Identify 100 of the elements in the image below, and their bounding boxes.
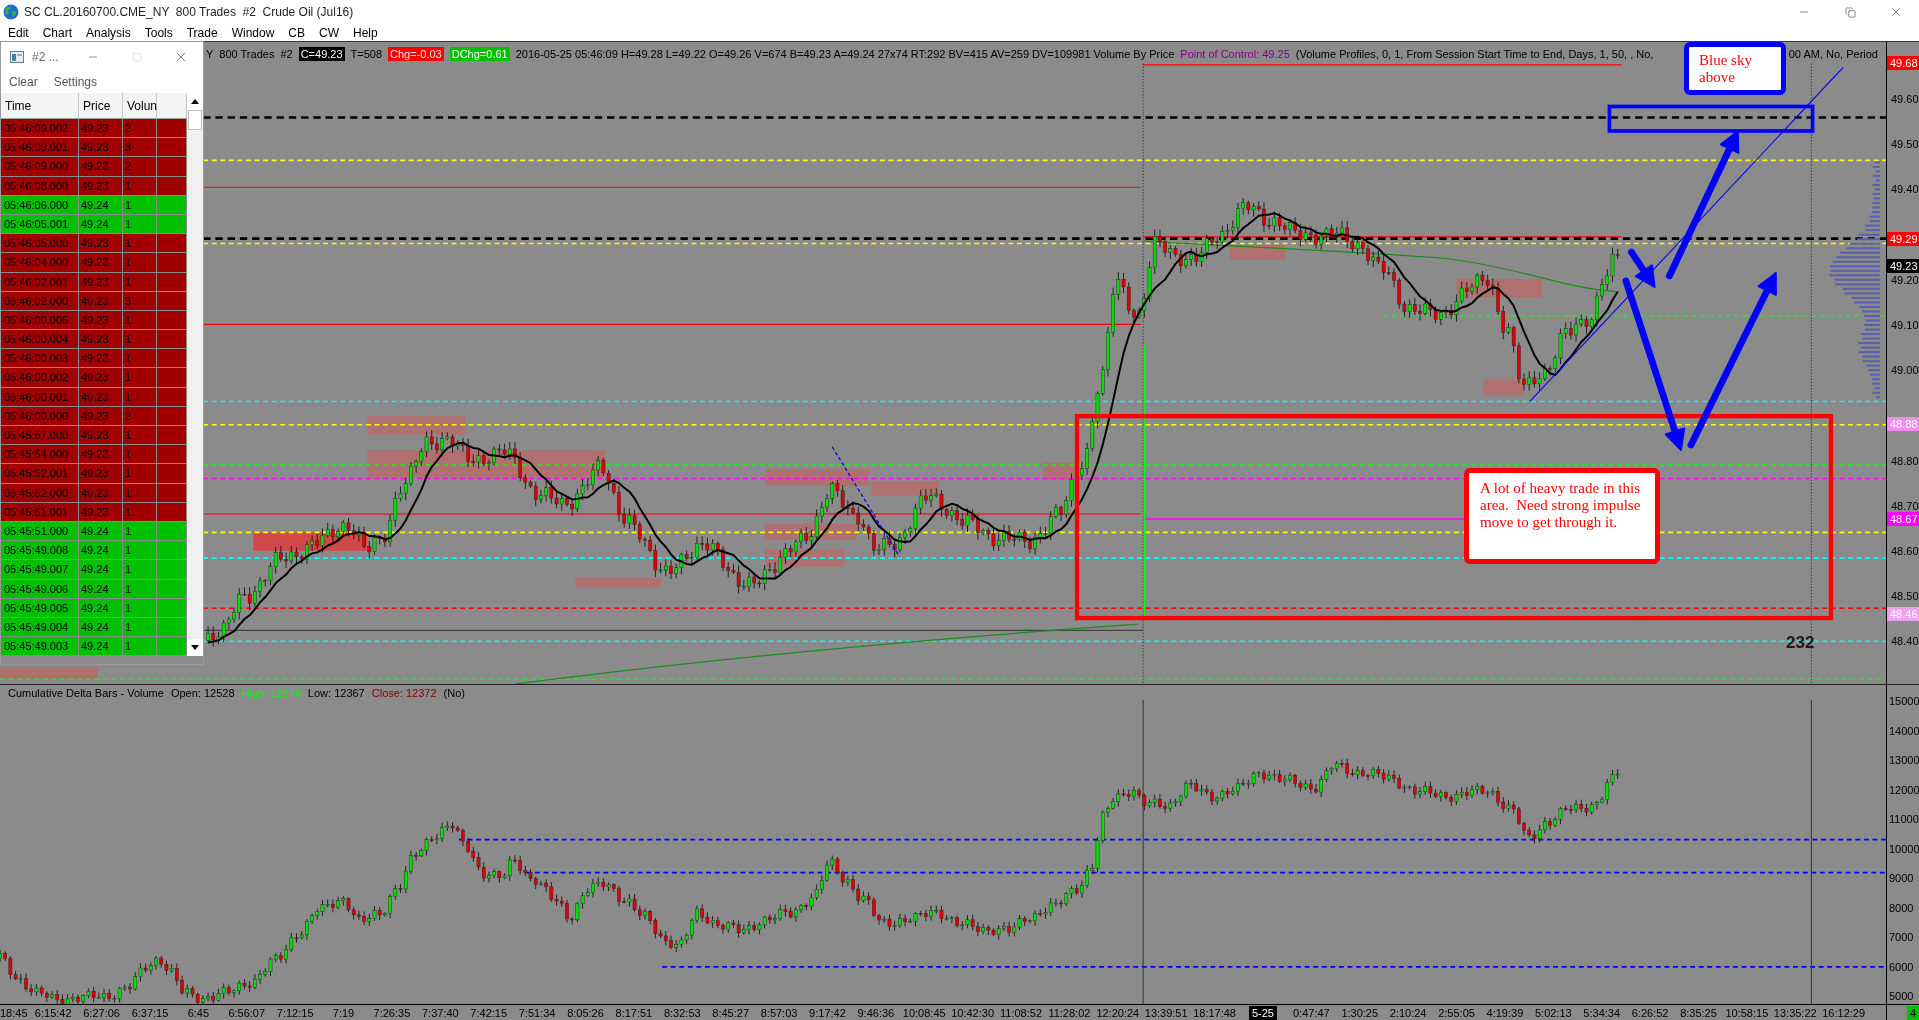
price-marker: 49.23 [1887,259,1919,274]
header-text: (Volume Profiles, 0, 1, From Session Start Time to End, Days, 1, 50, , No, [1295,47,1654,61]
daily-change-tag: DChg=0.61 [449,47,510,61]
table-cell: 2 [123,119,157,138]
price-tick-label: 48.80 [1891,453,1919,468]
restore-icon [1844,6,1856,18]
menu-item[interactable]: Edit [1,24,36,41]
table-cell: 1 [123,349,157,368]
table-cell: 1 [123,541,157,560]
table-cell: 49.24 [79,214,123,234]
volume-tick-label: 13000 [1889,753,1919,768]
table-cell: 05:46:05.000 [1,234,79,253]
table-cell: 49.23 [79,310,123,330]
menu-item[interactable]: Trade [179,24,225,41]
time-label: 7:51:34 [518,1005,556,1020]
price-tick-label: 48.60 [1891,543,1919,558]
table-cell: 05:45:49.005 [1,598,79,617]
table-cell: 49.23 [79,138,123,157]
study-header-text: Open: 12528 [170,686,235,700]
menu-item[interactable]: Window [224,24,282,41]
time-label: 4:19:39 [1486,1005,1524,1020]
table-cell: 1 [123,502,157,521]
time-label: 8:35:25 [1680,1005,1717,1020]
price-tick-label: 49.50 [1891,137,1919,152]
header-text: Y [206,47,214,61]
table-cell: 1 [123,272,157,291]
scroll-up-button[interactable] [187,93,203,110]
table-cell: 1 [123,637,157,656]
column-header[interactable]: Time [1,93,79,118]
price-marker: 48.88 [1887,417,1919,432]
header-text: 800 Trades [219,47,275,61]
maximize-icon [132,51,142,62]
callout-note: Blue sky above [1684,42,1786,95]
table-cell: 1 [123,195,157,214]
time-label: 10:08:45 [902,1005,946,1020]
price-marker: 48.67 [1887,512,1919,527]
table-cell: 49.23 [79,502,123,521]
volume-tick-label: 6000 [1889,959,1914,974]
table-cell: 49.23 [79,349,123,368]
price-tick-label: 48.70 [1891,498,1919,513]
price-tick-label: 49.00 [1891,363,1919,378]
table-cell: 49.23 [79,445,123,464]
bar-counter-text: 232 [1786,632,1815,654]
table-cell: 1 [123,560,157,579]
menu-item[interactable]: Settings [48,73,103,91]
close-icon [1889,5,1903,19]
caret-up-icon [191,99,199,104]
table-cell: 1 [123,426,157,445]
time-label: 7:37:40 [421,1005,459,1020]
time-label: 6:26:52 [1631,1005,1669,1020]
volume-tick-label: 12000 [1889,782,1919,797]
table-cell: 49.23 [79,176,123,195]
column-header[interactable]: Price [79,93,123,118]
price-marker: 49.29 [1887,232,1919,247]
menu-item[interactable]: Chart [35,24,80,41]
table-cell: 05:45:52.000 [1,483,79,502]
time-label: 7:19 [332,1005,355,1020]
table-cell: 05:45:51.001 [1,502,79,521]
time-label: 13:39:51 [1144,1005,1188,1020]
table-cell: 1 [123,387,157,406]
header-text: #2 [280,47,293,61]
menu-item[interactable]: CW [312,24,346,41]
window-icon [10,50,24,63]
table-cell: 49.24 [79,617,123,637]
menu-item[interactable]: CB [281,24,312,41]
table-cell: 1 [123,483,157,502]
volume-tick-label: 15000 [1889,694,1919,709]
time-label: 0:47:47 [1293,1005,1330,1020]
volume-tick-label: 10000 [1889,841,1919,856]
time-label: 2:10:24 [1389,1005,1427,1020]
price-tick-label: 49.40 [1891,182,1919,197]
time-label: 18:45 [0,1005,28,1020]
table-cell: 49.23 [79,368,123,387]
table-cell: 3 [123,138,157,157]
time-label: 7:42:15 [470,1005,508,1020]
volume-tick-label: 11000 [1889,812,1919,827]
table-cell: 49.23 [79,330,123,349]
table-cell: 49.24 [79,521,123,541]
table-cell: 05:46:06.000 [1,195,79,214]
table-cell: 49.24 [79,598,123,617]
time-label: 18:17:48 [1193,1005,1236,1020]
menu-item[interactable]: Clear [4,73,43,91]
table-cell: 49.23 [79,483,123,502]
menu-item[interactable]: Analysis [79,24,138,41]
time-label: 6:56:07 [228,1005,266,1020]
study-header-text: (No) [443,686,465,700]
price-tick-label: 48.50 [1891,589,1919,604]
volume-tick-label: 8000 [1889,900,1914,915]
table-cell: 1 [123,310,157,330]
scroll-thumb[interactable] [188,110,202,130]
table-cell: 3 [123,291,157,310]
last-price-tag: C=49.23 [298,47,345,61]
menu-item[interactable]: Help [346,24,385,41]
menu-item[interactable]: Tools [137,24,180,41]
time-label: 8:05:26 [567,1005,604,1020]
time-label: 13:35:22 [1773,1005,1817,1020]
column-header[interactable]: Volun [123,93,157,118]
volume-tick-label: 5000 [1889,989,1914,1004]
time-label: 2:55:05 [1438,1005,1475,1020]
time-label: 6:45 [187,1005,210,1020]
